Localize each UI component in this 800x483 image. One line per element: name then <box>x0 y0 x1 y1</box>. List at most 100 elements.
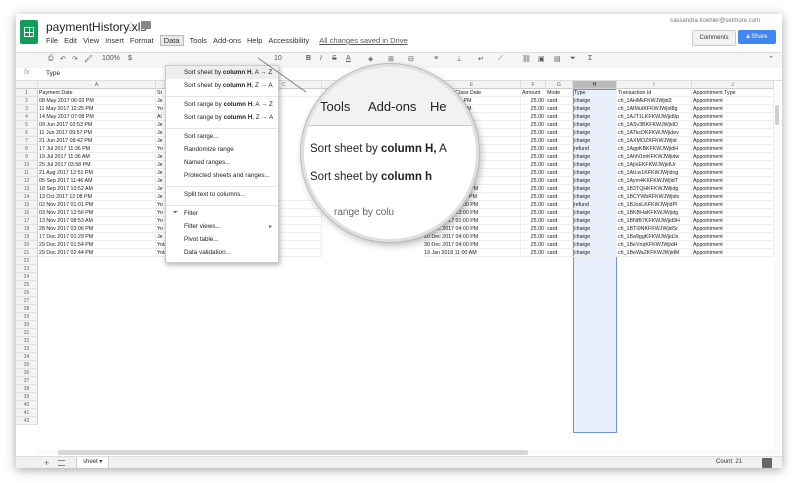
cell-f5[interactable]: 25.00 <box>521 121 546 129</box>
cell-f6[interactable]: 25.00 <box>521 129 546 137</box>
cell-g19[interactable]: card <box>546 233 573 241</box>
share-button[interactable]: 🔒︎ Share <box>738 30 776 44</box>
cell-g5[interactable]: card <box>546 121 573 129</box>
formula-input[interactable]: Type <box>46 70 60 77</box>
menu-insert[interactable]: Insert <box>105 36 124 45</box>
row-header[interactable]: 18 <box>16 225 38 233</box>
cell-a6[interactable]: 11 Jun 2017 09:57 PM <box>38 129 156 137</box>
menu-format[interactable]: Format <box>130 36 154 45</box>
italic-button[interactable]: I <box>320 55 322 62</box>
cell-j1[interactable]: Appointment Type <box>692 89 774 97</box>
row-header[interactable]: 16 <box>16 209 38 217</box>
cell-j13[interactable]: Appointment <box>692 185 774 193</box>
data-menu-item-10[interactable]: Filter views... <box>184 223 221 230</box>
cell-f10[interactable]: 25.00 <box>521 161 546 169</box>
row-header[interactable]: 22 <box>16 257 38 265</box>
cell-i4[interactable]: ch_1AJT1LKFKWJWjid9p <box>617 113 692 121</box>
text-wrap-icon[interactable]: ↵ <box>478 55 484 63</box>
cell-i11[interactable]: ch_1AtLw1KFKWJWjidng <box>617 169 692 177</box>
borders-icon[interactable]: ⊞ <box>388 55 394 63</box>
horizontal-scroll-thumb[interactable] <box>58 450 528 455</box>
select-all-corner[interactable] <box>16 81 38 89</box>
row-header[interactable]: 10 <box>16 161 38 169</box>
cell-j7[interactable]: Appointment <box>692 137 774 145</box>
cell-h15[interactable]: refund <box>573 201 617 209</box>
cell-g21[interactable]: card <box>546 249 573 257</box>
row-header[interactable]: 34 <box>16 353 38 361</box>
cell-a16[interactable]: 03 Nov 2017 12:56 PM <box>38 209 156 217</box>
row-header[interactable]: 13 <box>16 185 38 193</box>
cell-a17[interactable]: 13 Nov 2017 08:53 AM <box>38 217 156 225</box>
cell-j17[interactable]: Appointment <box>692 217 774 225</box>
row-header[interactable]: 1 <box>16 89 38 97</box>
cell-f18[interactable]: 25.00 <box>521 225 546 233</box>
row-header[interactable]: 19 <box>16 233 38 241</box>
cell-h13[interactable]: charge <box>573 185 617 193</box>
cell-h4[interactable]: charge <box>573 113 617 121</box>
cell-j11[interactable]: Appointment <box>692 169 774 177</box>
data-menu-item-9[interactable]: Filter <box>184 210 198 217</box>
chart-icon[interactable]: ▤ <box>554 55 561 63</box>
data-menu-item-1[interactable]: Sort sheet by column H, Z → A <box>184 82 273 89</box>
cell-i6[interactable]: ch_1ATkcDKFKWJWjidev <box>617 129 692 137</box>
cell-g15[interactable]: card <box>546 201 573 209</box>
explore-icon[interactable] <box>762 458 772 468</box>
sheets-logo-icon[interactable] <box>20 20 38 44</box>
data-menu-item-3[interactable]: Sort range by column H, Z → A <box>184 114 273 121</box>
cell-i13[interactable]: ch_1B3TQHKFKWJWjidg <box>617 185 692 193</box>
cell-i16[interactable]: ch_1BKBHaKFKWJWjidg <box>617 209 692 217</box>
cell-f15[interactable]: 25.00 <box>521 201 546 209</box>
cell-f21[interactable]: 25.00 <box>521 249 546 257</box>
comment-icon[interactable]: ▣ <box>538 55 545 63</box>
strikethrough-button[interactable]: S <box>332 55 337 62</box>
cell-f16[interactable]: 25.00 <box>521 209 546 217</box>
cell-j18[interactable]: Appointment <box>692 225 774 233</box>
row-header[interactable]: 9 <box>16 153 38 161</box>
cell-f1[interactable]: Amount <box>521 89 546 97</box>
cell-i5[interactable]: ch_1ASv3BKFKWJWjidO <box>617 121 692 129</box>
cell-h18[interactable]: charge <box>573 225 617 233</box>
comments-button[interactable]: Comments <box>692 30 736 46</box>
cell-j2[interactable]: Appointment <box>692 97 774 105</box>
cell-h9[interactable]: charge <box>573 153 617 161</box>
cell-h17[interactable]: charge <box>573 217 617 225</box>
cell-f14[interactable]: 25.00 <box>521 193 546 201</box>
cell-j8[interactable]: Appointment <box>692 145 774 153</box>
cell-h21[interactable]: charge <box>573 249 617 257</box>
row-header[interactable]: 32 <box>16 337 38 345</box>
cell-h10[interactable]: charge <box>573 161 617 169</box>
cell-i17[interactable]: ch_1BNtB7KFKWJWjid9H <box>617 217 692 225</box>
row-header[interactable]: 42 <box>16 417 38 425</box>
font-size-select[interactable]: 10 <box>274 55 282 62</box>
cell-i15[interactable]: ch_1BJosLKFKWJWjidPl <box>617 201 692 209</box>
saved-status[interactable]: All changes saved in Drive <box>319 36 407 45</box>
data-menu-item-11[interactable]: Pivot table... <box>184 236 219 243</box>
cell-a8[interactable]: 17 Jul 2017 11:36 PM <box>38 145 156 153</box>
cell-a10[interactable]: 25 Jul 2017 03:58 PM <box>38 161 156 169</box>
paint-format-icon[interactable]: 🖌︎ <box>84 55 93 63</box>
row-header[interactable]: 12 <box>16 177 38 185</box>
row-header[interactable]: 23 <box>16 265 38 273</box>
cell-g9[interactable]: card <box>546 153 573 161</box>
cell-a3[interactable]: 11 May 2017 12:25 PM <box>38 105 156 113</box>
vertical-scrollbar[interactable] <box>774 89 780 449</box>
currency-button[interactable]: $ <box>128 55 132 62</box>
menu-edit[interactable]: Edit <box>64 36 77 45</box>
row-header[interactable]: 7 <box>16 137 38 145</box>
row-header[interactable]: 27 <box>16 297 38 305</box>
cell-h20[interactable]: charge <box>573 241 617 249</box>
cell-j9[interactable]: Appointment <box>692 153 774 161</box>
cell-i19[interactable]: ch_1Ba9ggKFKWJWjidJs <box>617 233 692 241</box>
row-header[interactable]: 17 <box>16 217 38 225</box>
cell-j14[interactable]: Appointment <box>692 193 774 201</box>
row-header[interactable]: 5 <box>16 121 38 129</box>
data-menu-item-2[interactable]: Sort range by column H, A → Z <box>184 101 273 108</box>
cell-e21[interactable]: 19 Jan 2018 11:00 AM <box>423 249 521 257</box>
cell-g16[interactable]: card <box>546 209 573 217</box>
functions-icon[interactable]: Σ <box>588 55 592 62</box>
undo-icon[interactable]: ↶ <box>60 55 66 63</box>
column-header-i[interactable]: I <box>617 81 692 89</box>
row-header[interactable]: 25 <box>16 281 38 289</box>
cell-j12[interactable]: Appointment <box>692 177 774 185</box>
cell-j20[interactable]: Appointment <box>692 241 774 249</box>
